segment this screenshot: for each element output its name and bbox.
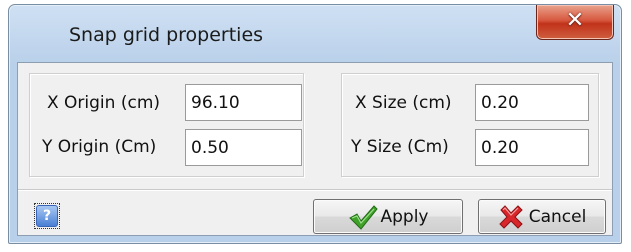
help-icon: ? <box>36 205 58 227</box>
cancel-button[interactable]: Cancel <box>478 199 606 234</box>
dialog-title: Snap grid properties <box>69 24 264 46</box>
y-size-label: Y Size (Cm) <box>351 137 449 157</box>
y-origin-field[interactable] <box>185 129 302 166</box>
help-button[interactable]: ? <box>34 203 60 229</box>
check-icon <box>348 204 378 230</box>
title-bar[interactable]: Snap grid properties ✕ <box>9 5 621 63</box>
x-size-label: X Size (cm) <box>355 93 452 113</box>
cancel-label: Cancel <box>528 206 587 227</box>
x-icon <box>498 204 523 229</box>
origin-group: X Origin (cm) Y Origin (Cm) <box>29 73 304 177</box>
footer-separator <box>18 189 612 191</box>
close-icon: ✕ <box>565 8 585 33</box>
x-origin-label: X Origin (cm) <box>47 93 161 113</box>
y-size-field[interactable] <box>475 129 589 166</box>
close-button[interactable]: ✕ <box>536 5 614 40</box>
x-size-field[interactable] <box>475 84 589 121</box>
apply-label: Apply <box>380 206 429 227</box>
size-group: X Size (cm) Y Size (Cm) <box>341 73 599 177</box>
x-origin-field[interactable] <box>185 84 302 121</box>
dialog-window: Snap grid properties ✕ X Origin (cm) Y O… <box>8 4 622 244</box>
dialog-body: X Origin (cm) Y Origin (Cm) X Size (cm) … <box>17 62 613 236</box>
y-origin-label: Y Origin (Cm) <box>42 137 157 157</box>
apply-button[interactable]: Apply <box>313 199 463 234</box>
